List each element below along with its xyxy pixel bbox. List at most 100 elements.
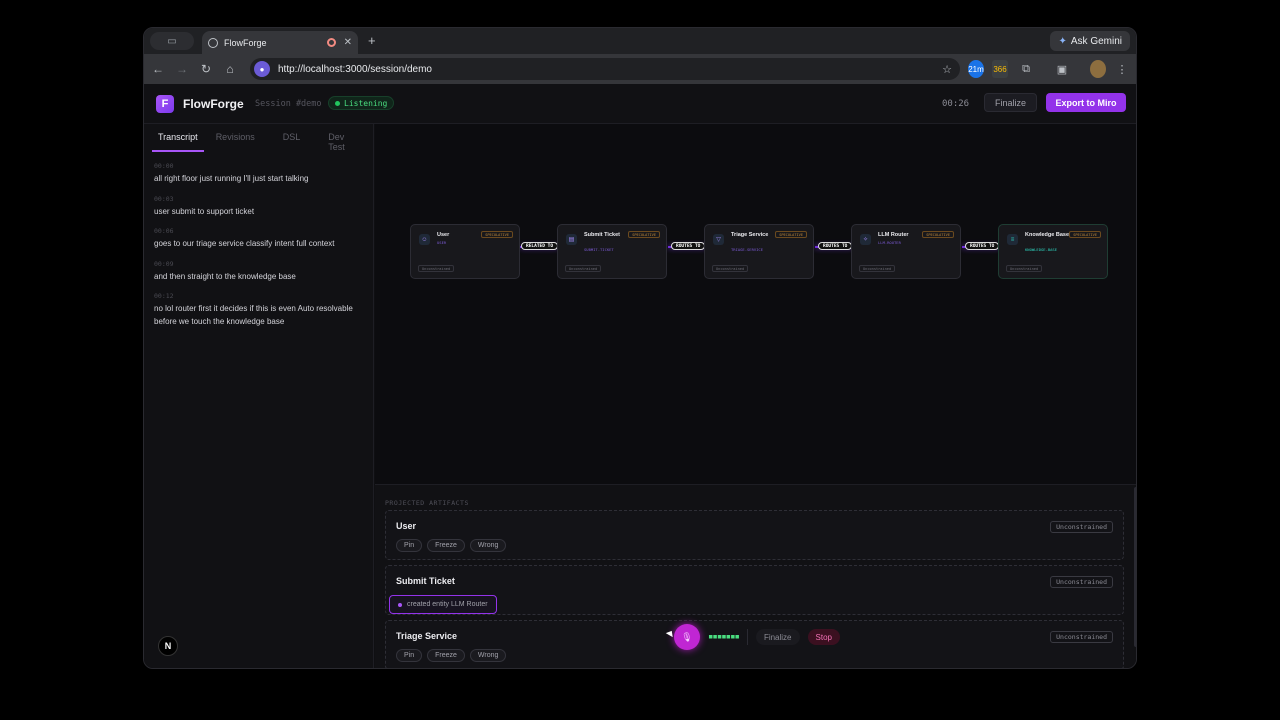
tab-revisions[interactable]: Revisions <box>210 124 261 152</box>
node-id: TRIAGE-SERVICE <box>731 247 764 252</box>
node-name: Submit Ticket <box>584 232 620 238</box>
microphone-icon[interactable]: ● <box>254 61 270 77</box>
graph-canvas[interactable]: RELATED TO ROUTES TO ROUTES TO ROUTES TO… <box>375 124 1136 484</box>
wrong-button[interactable]: Wrong <box>469 539 507 552</box>
notification-toast: created entity LLM Router <box>389 595 497 614</box>
extensions-puzzle-icon[interactable]: ⧉ <box>1018 60 1034 78</box>
edge-label: ROUTES TO <box>671 242 706 250</box>
tab-dsl[interactable]: DSL <box>277 124 307 152</box>
forward-icon[interactable]: → <box>170 62 194 76</box>
entry-text: no lol router first it decides if this i… <box>154 304 353 326</box>
freeze-button[interactable]: Freeze <box>427 539 465 552</box>
graph-node-llm-router[interactable]: ✧ LLM Router LLM-ROUTER SPECULATIVE Unco… <box>851 224 961 279</box>
transcript-list: 00:00 all right floor just running I'll … <box>154 162 364 337</box>
voice-finalize-button[interactable]: Finalize <box>755 629 800 645</box>
pin-button[interactable]: Pin <box>396 649 423 662</box>
stop-button[interactable]: Stop <box>807 629 840 645</box>
status-badge: Unconstrained <box>1006 265 1043 272</box>
node-id: USER <box>437 240 447 245</box>
entry-timestamp: 00:00 <box>154 162 174 170</box>
artifact-card-submit-ticket: Submit Ticket Unconstrained created enti… <box>385 565 1124 615</box>
status-badge: Unconstrained <box>1050 521 1113 533</box>
status-text: Listening <box>344 98 388 108</box>
export-to-miro-button[interactable]: Export to Miro <box>1046 93 1126 112</box>
extension-timer-icon[interactable]: 21m <box>968 60 984 78</box>
artifacts-title: PROJECTED ARTIFACTS <box>385 499 469 507</box>
app-header: F FlowForge Session #demo Listening 00:2… <box>144 84 1136 124</box>
artifact-actions: Pin Freeze Wrong <box>396 539 507 552</box>
recording-icon <box>326 38 336 47</box>
freeze-button[interactable]: Freeze <box>427 649 465 662</box>
divider <box>746 629 748 645</box>
nextjs-dev-badge[interactable]: N <box>158 636 178 656</box>
artifact-name: Submit Ticket <box>396 576 455 586</box>
speculative-badge: SPECULATIVE <box>922 231 954 238</box>
entry-timestamp: 00:09 <box>154 259 174 268</box>
app-title: FlowForge <box>183 97 244 111</box>
menu-kebab-icon[interactable]: ⋮ <box>1116 60 1128 78</box>
reload-icon[interactable]: ↻ <box>194 62 218 76</box>
tab-title: FlowForge <box>224 37 267 48</box>
node-name: User <box>437 232 450 238</box>
speculative-badge: SPECULATIVE <box>481 231 513 238</box>
home-icon[interactable]: ⌂ <box>218 62 242 76</box>
ask-gemini-button[interactable]: ✦ Ask Gemini <box>1050 31 1130 51</box>
wrong-button[interactable]: Wrong <box>469 649 507 662</box>
list-item: 00:00 all right floor just running I'll … <box>154 162 364 186</box>
back-icon[interactable]: ← <box>146 62 170 76</box>
browser-tab[interactable]: FlowForge ✕ <box>202 31 358 54</box>
filter-icon: ▽ <box>713 234 724 245</box>
entry-text: goes to our triage service classify inte… <box>154 239 335 248</box>
toast-dot-icon <box>398 602 402 607</box>
status-dot-icon <box>335 100 340 106</box>
speculative-badge: SPECULATIVE <box>775 231 807 238</box>
graph-node-triage-service[interactable]: ▽ Triage Service TRIAGE-SERVICE SPECULAT… <box>704 224 814 279</box>
extension-counter-icon[interactable]: 366 <box>992 60 1008 78</box>
speculative-badge: SPECULATIVE <box>1069 231 1101 238</box>
status-badge: Unconstrained <box>1050 576 1113 588</box>
browser-window: ▭ FlowForge ✕ + ✦ Ask Gemini ← → ↻ ⌂ ● h… <box>143 27 1137 669</box>
app-logo: F <box>156 95 174 113</box>
entry-timestamp: 00:06 <box>154 227 174 235</box>
bookmark-star-icon[interactable]: ☆ <box>942 63 952 76</box>
screen-capture-icon[interactable]: ▣ <box>1054 60 1070 78</box>
router-icon: ✧ <box>860 234 871 245</box>
close-tab-icon[interactable]: ✕ <box>344 37 352 48</box>
node-name: Triage Service <box>731 232 769 238</box>
gemini-label: Ask Gemini <box>1070 35 1122 47</box>
url-text[interactable]: http://localhost:3000/session/demo <box>278 64 432 75</box>
graph-node-user[interactable]: ☺ User USER SPECULATIVE Unconstrained <box>410 224 520 279</box>
audio-level-icon: ▪▪▪▪▪▪▪ <box>708 632 740 642</box>
tab-transcript[interactable]: Transcript <box>152 124 204 152</box>
tab-search-icon[interactable]: ▭ <box>150 32 194 50</box>
globe-icon <box>208 37 218 48</box>
session-timer: 00:26 <box>942 99 970 109</box>
pin-button[interactable]: Pin <box>396 539 423 552</box>
status-badge: Unconstrained <box>1050 631 1113 643</box>
profile-avatar[interactable] <box>1090 60 1106 78</box>
transcript-panel: Transcript Revisions DSL Dev Test 00:00 … <box>144 124 374 668</box>
node-name: Knowledge Base <box>1025 232 1070 238</box>
entry-text: user submit to support ticket <box>154 206 255 216</box>
graph-node-knowledge-base[interactable]: ≡ Knowledge Base KNOWLEDGE-BASE SPECULAT… <box>998 224 1108 279</box>
finalize-button[interactable]: Finalize <box>984 93 1037 112</box>
database-icon: ≡ <box>1007 234 1018 245</box>
microphone-button[interactable]: 🎙 <box>674 624 700 650</box>
address-bar[interactable]: ● http://localhost:3000/session/demo ☆ <box>250 58 960 80</box>
list-item: 00:03 user submit to support ticket <box>154 195 364 219</box>
new-tab-icon[interactable]: + <box>368 33 376 48</box>
entry-text: and then straight to the knowledge base <box>154 271 296 281</box>
toast-text: created entity LLM Router <box>407 601 488 608</box>
edge-label: ROUTES TO <box>965 242 1000 250</box>
ticket-icon: ▤ <box>566 234 577 245</box>
list-item: 00:12 no lol router first it decides if … <box>154 292 364 328</box>
node-name: LLM Router <box>878 232 909 238</box>
panel-tabs: Transcript Revisions DSL Dev Test <box>152 124 373 152</box>
status-badge: Listening <box>328 96 395 110</box>
graph-node-submit-ticket[interactable]: ▤ Submit Ticket SUBMIT-TICKET SPECULATIV… <box>557 224 667 279</box>
artifact-name: Triage Service <box>396 631 458 641</box>
status-badge: Unconstrained <box>712 265 749 272</box>
artifacts-scrollbar[interactable] <box>1134 487 1136 647</box>
tab-dev-test[interactable]: Dev Test <box>322 124 367 152</box>
user-icon: ☺ <box>419 234 430 245</box>
